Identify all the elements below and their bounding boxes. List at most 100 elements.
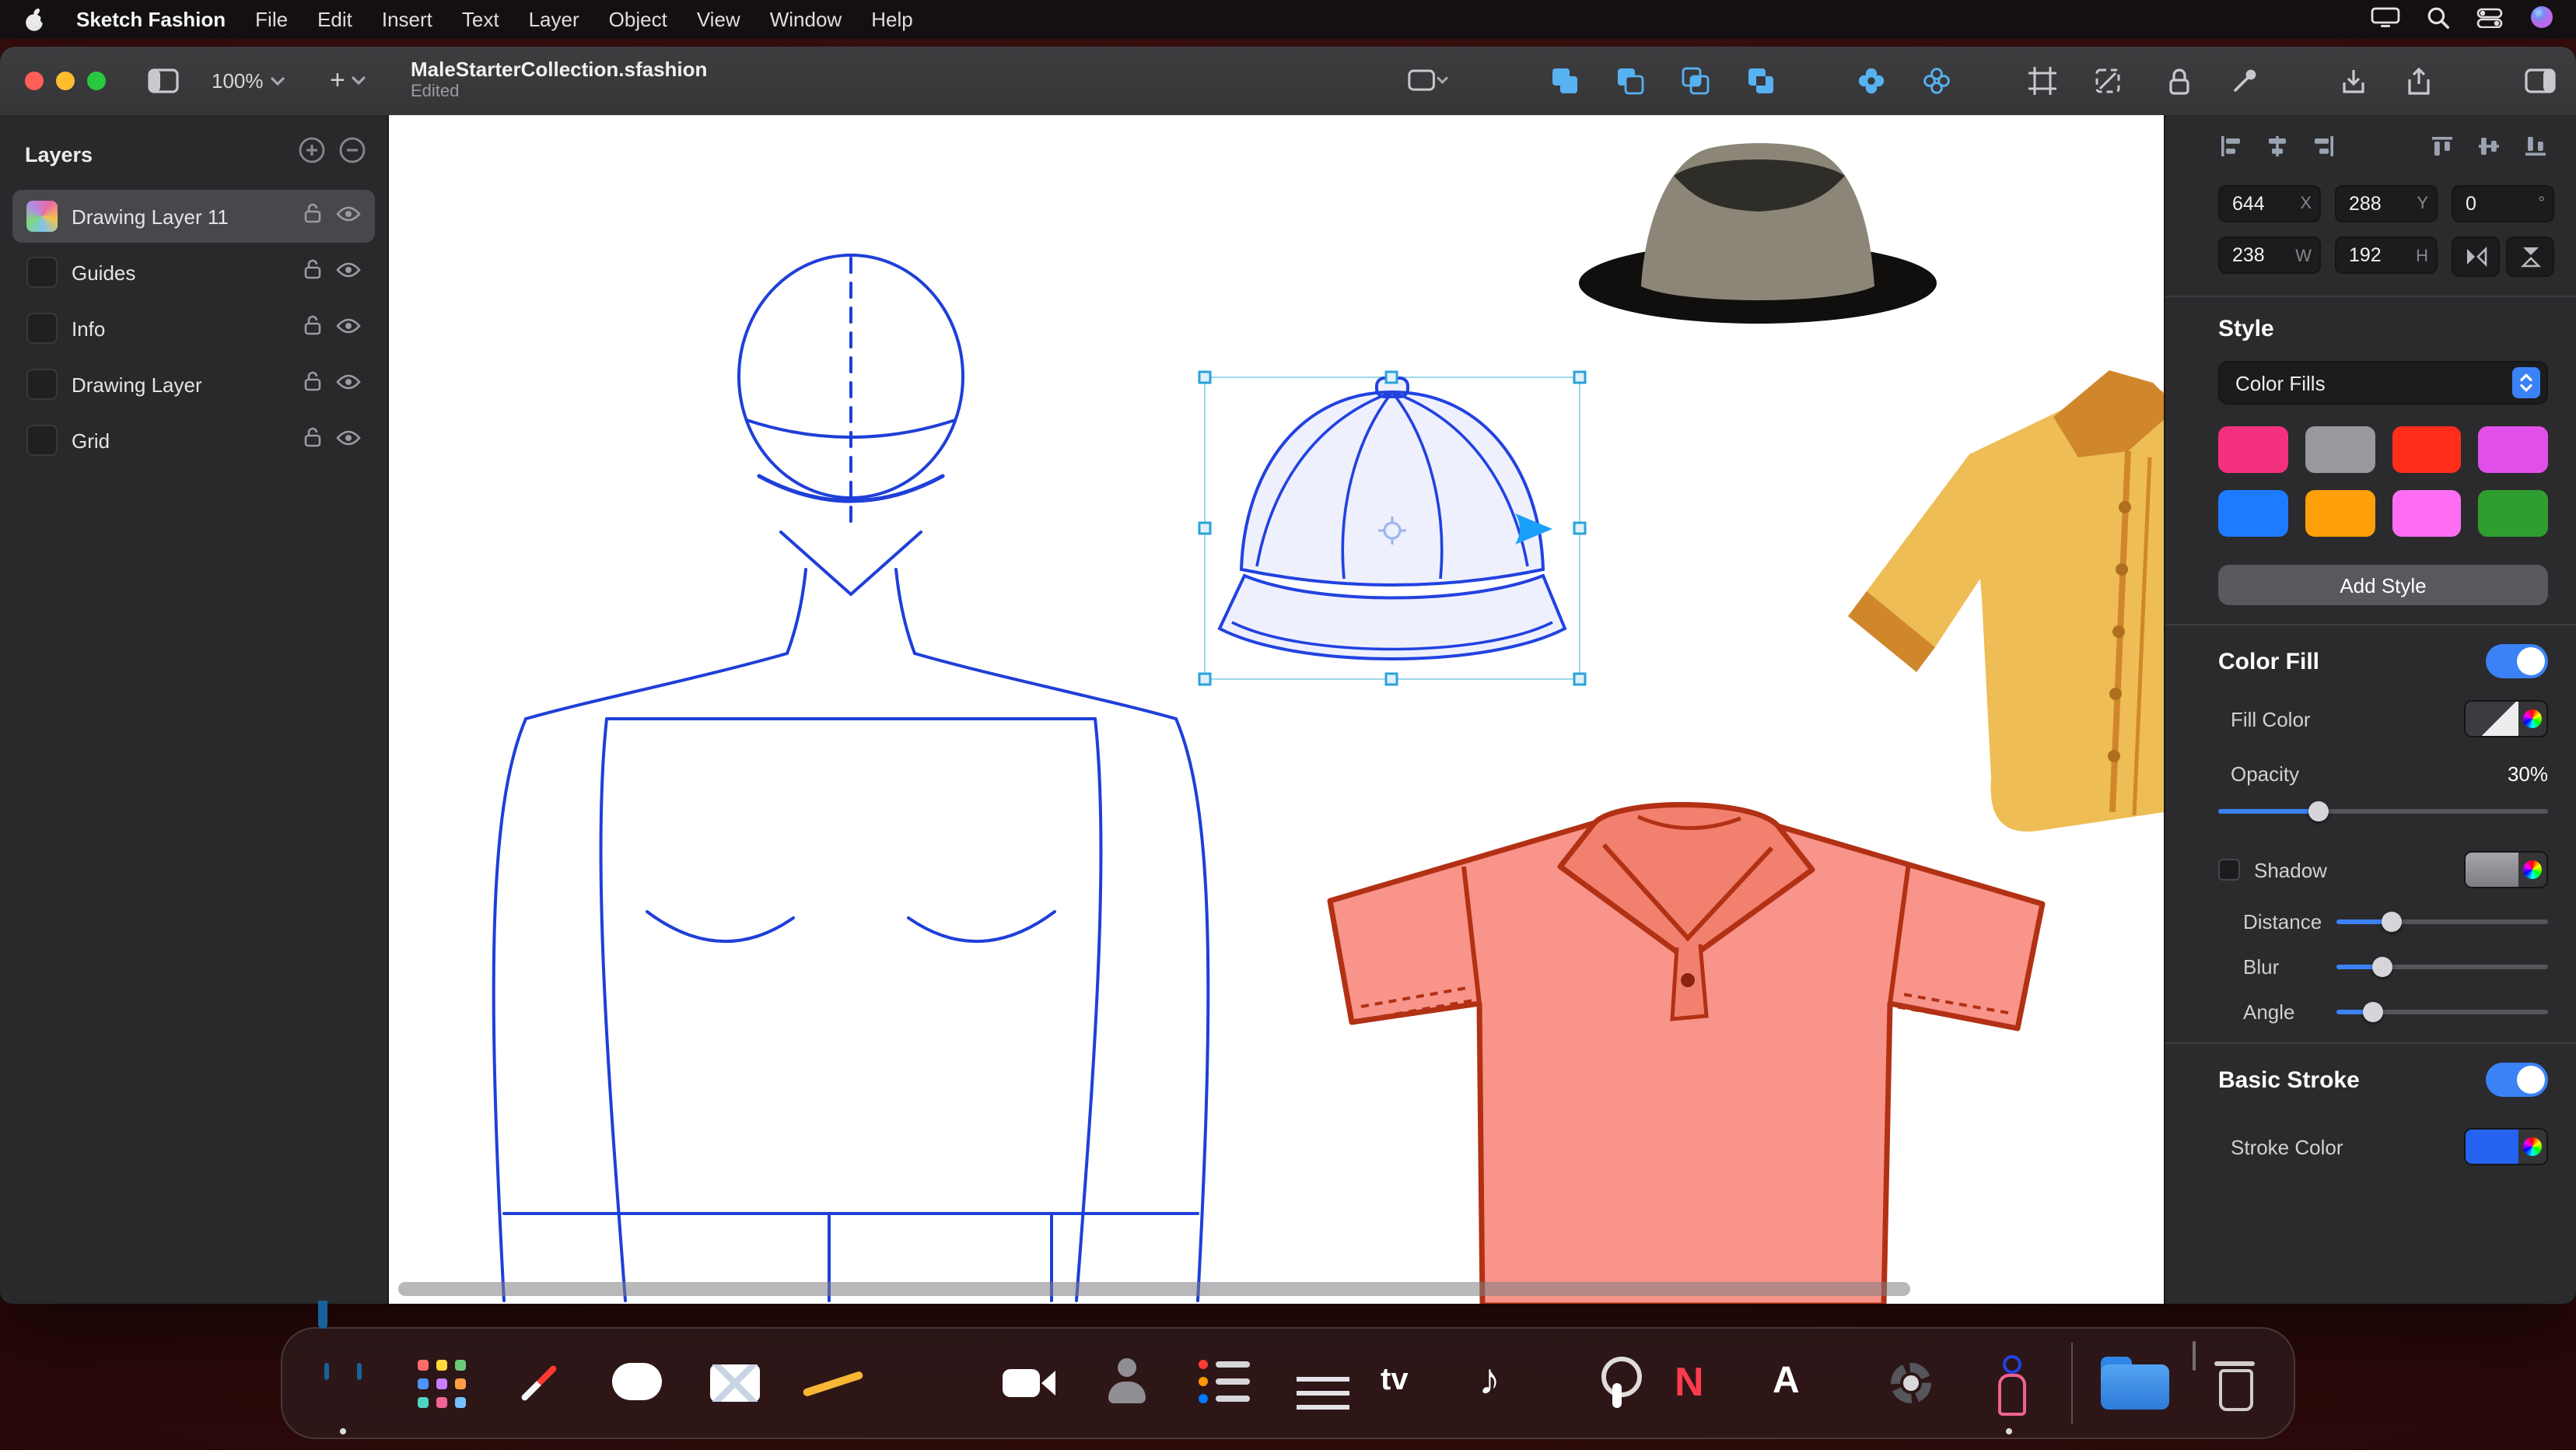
horizontal-scrollbar[interactable]: [398, 1282, 1910, 1296]
color-swatch-6[interactable]: [2305, 490, 2375, 537]
color-swatch-8[interactable]: [2479, 490, 2549, 537]
fill-type-dropdown[interactable]: Color Fills: [2218, 361, 2548, 405]
layer-lock-icon[interactable]: [303, 313, 322, 343]
angle-slider[interactable]: [2336, 1001, 2548, 1023]
layer-name: Drawing Layer 11: [72, 205, 289, 228]
display-status-icon[interactable]: [2371, 6, 2400, 33]
boolean-intersect-button[interactable]: [1675, 61, 1716, 101]
color-swatch-4[interactable]: [2479, 426, 2549, 473]
dock: [281, 1327, 2295, 1439]
dock-trash-icon[interactable]: [2193, 1341, 2196, 1371]
remove-layer-button[interactable]: [339, 137, 366, 171]
button-shirt[interactable]: [1820, 317, 2164, 846]
menu-item-window[interactable]: Window: [770, 8, 842, 31]
slice-button[interactable]: [2088, 61, 2128, 101]
color-fill-toggle[interactable]: [2486, 644, 2548, 678]
eyedropper-button[interactable]: [2224, 61, 2265, 101]
rotation-unit-label: °: [2538, 194, 2545, 213]
align-middle-vertical-button[interactable]: [2476, 134, 2501, 163]
layer-row-info[interactable]: Info: [12, 302, 375, 355]
sidebar-toggle-button[interactable]: [143, 61, 184, 101]
menu-item-file[interactable]: File: [255, 8, 288, 31]
layer-lock-icon[interactable]: [303, 257, 322, 287]
align-left-button[interactable]: [2218, 134, 2243, 163]
fullscreen-button[interactable]: [87, 72, 106, 90]
basic-stroke-toggle[interactable]: [2486, 1063, 2548, 1097]
distance-slider[interactable]: [2336, 911, 2548, 933]
menu-item-insert[interactable]: Insert: [382, 8, 432, 31]
blur-slider[interactable]: [2336, 956, 2548, 978]
menu-item-text[interactable]: Text: [462, 8, 499, 31]
boolean-difference-button[interactable]: [1741, 61, 1781, 101]
flip-horizontal-button[interactable]: [2452, 236, 2500, 277]
fedora-hat[interactable]: [1556, 128, 1960, 330]
flip-vertical-button[interactable]: [2506, 236, 2554, 277]
color-swatch-1[interactable]: [2218, 426, 2288, 473]
align-bottom-button[interactable]: [2523, 134, 2548, 163]
zoom-control[interactable]: 100%: [212, 69, 285, 93]
style-section-title: Style: [2218, 316, 2548, 342]
shadow-color-well[interactable]: [2464, 851, 2548, 888]
menu-item-object[interactable]: Object: [609, 8, 667, 31]
share-button[interactable]: [2399, 61, 2439, 101]
align-right-button[interactable]: [2312, 134, 2336, 163]
layer-row-drawing-layer[interactable]: Drawing Layer: [12, 358, 375, 411]
control-center-icon[interactable]: [2476, 7, 2503, 32]
color-swatch-7[interactable]: [2392, 490, 2462, 537]
boolean-subtract-button[interactable]: [1610, 61, 1650, 101]
export-button[interactable]: [2333, 61, 2374, 101]
stroke-color-well[interactable]: [2464, 1128, 2548, 1165]
symbol-detach-button[interactable]: [1916, 61, 1957, 101]
layer-visibility-icon[interactable]: [336, 202, 361, 230]
layers-panel: Layers Drawing Layer 11 Guide: [0, 115, 389, 1304]
menu-item-view[interactable]: View: [697, 8, 740, 31]
alignment-toolbar: [2218, 134, 2548, 163]
add-button[interactable]: +: [330, 65, 366, 96]
align-center-horizontal-button[interactable]: [2265, 134, 2290, 163]
layer-row-drawing-layer-11[interactable]: Drawing Layer 11: [12, 190, 375, 243]
opacity-value: 30%: [2508, 762, 2548, 786]
menu-item-help[interactable]: Help: [871, 8, 913, 31]
lock-button[interactable]: [2159, 61, 2200, 101]
add-layer-button[interactable]: [299, 137, 325, 171]
symbol-create-button[interactable]: [1851, 61, 1892, 101]
menu-item-layer[interactable]: Layer: [529, 8, 579, 31]
polo-shirt[interactable]: [1299, 776, 2084, 1304]
insert-shape-button[interactable]: [1408, 61, 1448, 101]
document-status: Edited: [411, 83, 707, 105]
layers-panel-title: Layers: [25, 142, 285, 166]
layer-visibility-icon[interactable]: [336, 314, 361, 342]
menu-item-edit[interactable]: Edit: [317, 8, 352, 31]
layer-row-guides[interactable]: Guides: [12, 246, 375, 299]
baseball-cap-selected[interactable]: [1204, 377, 1580, 680]
close-button[interactable]: [25, 72, 44, 90]
canvas[interactable]: [389, 115, 2164, 1304]
shadow-checkbox[interactable]: [2218, 859, 2240, 881]
color-swatch-3[interactable]: [2392, 426, 2462, 473]
layer-visibility-icon[interactable]: [336, 426, 361, 454]
running-indicator: [2006, 1428, 2012, 1434]
siri-icon[interactable]: [2529, 5, 2554, 34]
inspector-toggle-button[interactable]: [2520, 61, 2560, 101]
color-swatch-2[interactable]: [2305, 426, 2375, 473]
color-swatch-5[interactable]: [2218, 490, 2288, 537]
search-icon[interactable]: [2427, 5, 2450, 33]
layer-lock-icon[interactable]: [303, 426, 322, 455]
mannequin-figure[interactable]: [389, 115, 1291, 1301]
layer-lock-icon[interactable]: [303, 201, 322, 231]
opacity-slider[interactable]: [2218, 801, 2548, 823]
layer-visibility-icon[interactable]: [336, 370, 361, 398]
layer-visibility-icon[interactable]: [336, 258, 361, 286]
fill-color-well[interactable]: [2464, 700, 2548, 737]
layer-thumbnail: [26, 257, 58, 288]
minimize-button[interactable]: [56, 72, 75, 90]
layer-lock-icon[interactable]: [303, 370, 322, 399]
artboard-button[interactable]: [2022, 61, 2063, 101]
add-style-button[interactable]: Add Style: [2218, 565, 2548, 605]
layer-row-grid[interactable]: Grid: [12, 414, 375, 467]
align-top-button[interactable]: [2430, 134, 2455, 163]
boolean-union-button[interactable]: [1545, 61, 1585, 101]
app-menu-title[interactable]: Sketch Fashion: [76, 8, 226, 31]
apple-menu-icon[interactable]: [22, 5, 47, 33]
stroke-color-label: Stroke Color: [2218, 1135, 2464, 1158]
